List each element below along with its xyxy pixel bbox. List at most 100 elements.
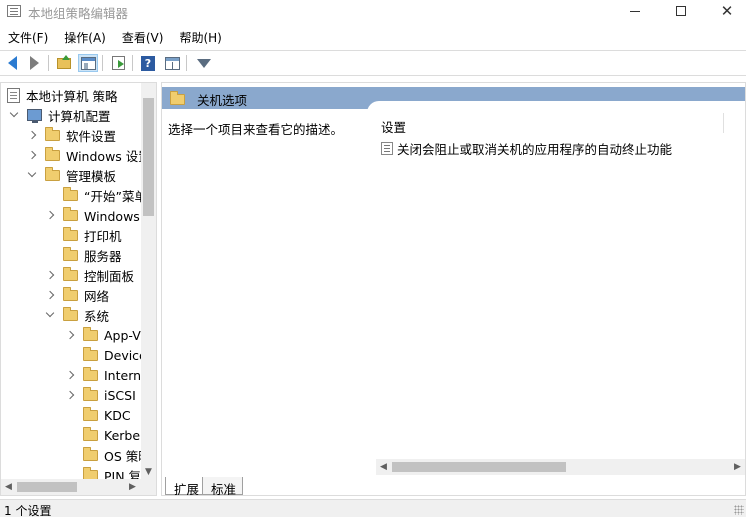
tree-item-label: 服务器 <box>84 248 122 264</box>
export-list-button[interactable] <box>108 54 128 72</box>
toolbar-separator <box>132 55 133 71</box>
collapsed-chevron-icon[interactable] <box>45 210 55 220</box>
column-divider[interactable] <box>723 113 724 133</box>
forward-button[interactable] <box>24 54 44 72</box>
scroll-right-arrow-icon[interactable]: ▶ <box>730 459 745 474</box>
tree-scroll-thumb[interactable] <box>143 98 154 216</box>
properties-icon <box>164 56 180 70</box>
show-hide-console-tree-button[interactable] <box>78 54 98 72</box>
collapsed-chevron-icon[interactable] <box>27 130 37 140</box>
tree-item-app-v[interactable]: App-V <box>65 325 141 345</box>
resize-grip-icon[interactable] <box>734 505 744 515</box>
expanded-chevron-icon[interactable] <box>9 110 19 120</box>
tree-item-label: 控制面板 <box>84 268 135 284</box>
collapsed-chevron-icon[interactable] <box>27 150 37 160</box>
minimize-button[interactable] <box>612 0 658 22</box>
view-tabs: 扩展 标准 <box>162 477 745 495</box>
tab-standard[interactable]: 标准 <box>202 477 244 495</box>
tree-item-label: 系统 <box>84 308 110 324</box>
toolbar-separator <box>48 55 49 71</box>
tree-item-device[interactable]: Device <box>83 345 147 365</box>
toolbar-separator <box>186 55 187 71</box>
menu-action[interactable]: 操作(A) <box>56 27 114 47</box>
description-text: 选择一个项目来查看它的描述。 <box>168 122 344 137</box>
filter-icon <box>197 58 211 68</box>
tree-item-kdc[interactable]: KDC <box>83 405 131 425</box>
list-item[interactable]: 关闭会阻止或取消关机的应用程序的自动终止功能 <box>381 139 672 158</box>
tree-item-computer-config[interactable]: 计算机配置 <box>9 105 111 125</box>
tree-item-start-menu[interactable]: “开始”菜单 <box>63 185 147 205</box>
scroll-right-arrow-icon[interactable]: ▶ <box>125 479 140 494</box>
tree-item-control-panel[interactable]: 控制面板 <box>45 265 134 285</box>
scrollbar-corner <box>141 479 156 495</box>
menu-bar: 文件(F) 操作(A) 查看(V) 帮助(H) <box>0 27 746 47</box>
properties-button[interactable] <box>162 54 182 72</box>
collapsed-chevron-icon[interactable] <box>65 390 75 400</box>
up-one-level-button[interactable] <box>54 54 74 72</box>
console-tree: 本地计算机 策略 计算机配置 软件设置 Windows 设置 管理模板 “开始”… <box>0 82 157 496</box>
folder-icon <box>83 406 98 421</box>
tree-item-local-computer-policy[interactable]: 本地计算机 策略 <box>7 85 117 105</box>
tree-item-network[interactable]: 网络 <box>45 285 109 305</box>
menu-view[interactable]: 查看(V) <box>114 27 172 47</box>
back-arrow-icon <box>7 56 17 70</box>
tree-vertical-scrollbar[interactable]: ▼ <box>141 83 156 479</box>
tab-extended[interactable]: 扩展 <box>165 477 207 495</box>
details-pane: 关机选项 选择一个项目来查看它的描述。 设置 关闭会阻止或取消关机的应用程序的自… <box>161 82 746 496</box>
minimize-icon <box>630 10 640 12</box>
tree-hscroll-thumb[interactable] <box>17 482 77 492</box>
expanded-chevron-icon[interactable] <box>27 170 37 180</box>
tree-item-software-settings[interactable]: 软件设置 <box>27 125 116 145</box>
collapsed-chevron-icon[interactable] <box>45 290 55 300</box>
tree-item-label: 本地计算机 策略 <box>26 88 118 104</box>
toolbar-separator <box>102 55 103 71</box>
maximize-button[interactable] <box>658 0 704 22</box>
details-horizontal-scrollbar[interactable]: ◀ ▶ <box>376 459 745 475</box>
description-panel: 选择一个项目来查看它的描述。 <box>162 109 367 469</box>
tree-item-label: 打印机 <box>84 228 122 244</box>
folder-icon <box>63 226 78 241</box>
tree-item-printers[interactable]: 打印机 <box>63 225 122 245</box>
folder-icon <box>45 166 60 181</box>
column-header-setting[interactable]: 设置 <box>381 117 406 136</box>
tree-item-iscsi[interactable]: iSCSI <box>65 385 136 405</box>
scroll-left-arrow-icon[interactable]: ◀ <box>1 479 16 494</box>
collapsed-chevron-icon[interactable] <box>65 330 75 340</box>
filter-button[interactable] <box>194 54 214 72</box>
tree-horizontal-scrollbar[interactable]: ◀ ▶ <box>1 479 141 495</box>
folder-icon <box>170 91 185 105</box>
folder-icon <box>83 386 98 401</box>
folder-icon <box>63 206 78 221</box>
folder-icon <box>83 426 98 441</box>
menu-file[interactable]: 文件(F) <box>0 27 56 47</box>
help-button[interactable]: ? <box>138 54 158 72</box>
tree-item-label: 软件设置 <box>66 128 117 144</box>
close-button[interactable]: ✕ <box>704 0 746 22</box>
settings-list: 设置 关闭会阻止或取消关机的应用程序的自动终止功能 <box>367 101 745 459</box>
details-hscroll-thumb[interactable] <box>392 462 566 472</box>
setting-label: 关闭会阻止或取消关机的应用程序的自动终止功能 <box>397 142 673 157</box>
gpedit-app-icon <box>7 5 21 17</box>
tree-item-system[interactable]: 系统 <box>45 305 109 325</box>
tree-item-label: iSCSI <box>104 387 136 403</box>
collapsed-chevron-icon[interactable] <box>45 270 55 280</box>
tree-item-admin-templates[interactable]: 管理模板 <box>27 165 116 185</box>
scroll-down-arrow-icon[interactable]: ▼ <box>141 464 156 479</box>
close-icon: ✕ <box>720 1 734 20</box>
tree-item-server[interactable]: 服务器 <box>63 245 122 265</box>
console-tree-icon <box>80 56 96 70</box>
policy-document-icon <box>7 87 20 103</box>
folder-icon <box>63 246 78 261</box>
folder-icon <box>63 186 78 201</box>
tree-item-windows-settings[interactable]: Windows 设置 <box>27 145 151 165</box>
help-icon: ? <box>141 55 155 71</box>
collapsed-chevron-icon[interactable] <box>65 370 75 380</box>
scroll-left-arrow-icon[interactable]: ◀ <box>376 459 391 474</box>
tree-item-label: App-V <box>104 327 141 343</box>
details-header-title: 关机选项 <box>197 93 248 108</box>
toolbar: ? <box>0 50 746 76</box>
folder-up-icon <box>57 54 71 69</box>
menu-help[interactable]: 帮助(H) <box>171 27 229 47</box>
back-button[interactable] <box>2 54 22 72</box>
expanded-chevron-icon[interactable] <box>45 310 55 320</box>
